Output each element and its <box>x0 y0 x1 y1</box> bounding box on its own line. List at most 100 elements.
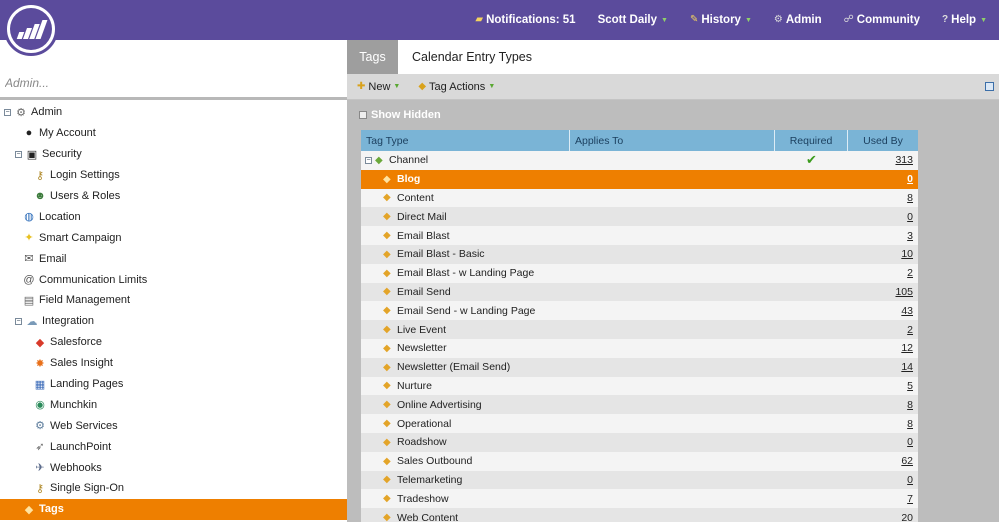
used-by-link[interactable]: 313 <box>895 154 913 166</box>
sidebar-item-login-settings[interactable]: ⚷ Login Settings <box>0 165 347 186</box>
column-header-applies-to[interactable]: Applies To <box>570 130 775 151</box>
sidebar-item-label: Smart Campaign <box>39 231 122 244</box>
tag-icon: ◆ <box>383 192 391 204</box>
used-by-link[interactable]: 7 <box>907 493 913 505</box>
collapse-icon[interactable]: − <box>15 317 22 325</box>
table-row[interactable]: ◆ Newsletter 12 <box>361 338 918 358</box>
sidebar-item-sales-insight[interactable]: ✸ Sales Insight <box>0 353 347 374</box>
used-by-link[interactable]: 0 <box>907 474 913 486</box>
table-row[interactable]: ◆ Tradeshow 7 <box>361 489 918 509</box>
sidebar-item-webhooks[interactable]: ✈ Webhooks <box>0 457 347 478</box>
community-button[interactable]: ☍ Community <box>844 14 920 26</box>
table-row[interactable]: ◆ Email Blast 3 <box>361 226 918 245</box>
collapse-icon[interactable]: − <box>4 108 11 116</box>
used-by-link[interactable]: 5 <box>907 380 913 392</box>
sidebar-item-location[interactable]: ◍ Location <box>0 206 347 227</box>
used-by-link[interactable]: 8 <box>907 192 913 204</box>
toolbar: ✚ New ▼ ◆ Tag Actions ▼ <box>347 74 999 100</box>
table-row[interactable]: ◆ Direct Mail 0 <box>361 207 918 227</box>
table-row[interactable]: ◆ Online Advertising 8 <box>361 395 918 415</box>
tag-actions-label: Tag Actions <box>429 80 486 93</box>
sidebar-item-landing-pages[interactable]: ▦ Landing Pages <box>0 374 347 395</box>
collapse-icon[interactable]: − <box>365 156 372 164</box>
sidebar-item-launchpoint[interactable]: ➶ LaunchPoint <box>0 436 347 457</box>
tag-value-label: Telemarketing <box>397 473 463 486</box>
table-row[interactable]: ◆ Newsletter (Email Send) 14 <box>361 357 918 377</box>
used-by-link[interactable]: 3 <box>907 230 913 242</box>
landing-pages-icon: ▦ <box>34 378 46 391</box>
tag-icon: ◆ <box>383 512 391 522</box>
sidebar-item-smart-campaign[interactable]: ✦ Smart Campaign <box>0 227 347 248</box>
user-menu-button[interactable]: Scott Daily ▼ <box>598 14 668 26</box>
table-row[interactable]: ◆ Telemarketing 0 <box>361 470 918 490</box>
web-services-icon: ⚙ <box>35 420 45 433</box>
used-by-link[interactable]: 0 <box>907 173 913 185</box>
sidebar-item-field-management[interactable]: ▤ Field Management <box>0 290 347 311</box>
table-row-channel[interactable]: − ◆ Channel ✔ 313 <box>361 151 918 170</box>
tag-icon: ◆ <box>383 436 391 448</box>
column-header-required[interactable]: Required <box>775 130 848 151</box>
used-by-link[interactable]: 8 <box>907 418 913 430</box>
used-by-link[interactable]: 12 <box>901 342 913 354</box>
used-by-link[interactable]: 62 <box>901 455 913 467</box>
used-by-link[interactable]: 8 <box>907 399 913 411</box>
show-hidden-toggle[interactable]: Show Hidden <box>347 100 999 130</box>
used-by-link[interactable]: 20 <box>901 512 913 522</box>
history-button[interactable]: ✎ History ▼ <box>690 14 752 26</box>
marketo-logo[interactable] <box>4 2 58 56</box>
sidebar-item-tags[interactable]: ◆ Tags <box>0 498 347 520</box>
table-row[interactable]: ◆ Live Event 2 <box>361 320 918 339</box>
sidebar-item-salesforce[interactable]: ◆ Salesforce <box>0 332 347 353</box>
used-by-link[interactable]: 10 <box>901 248 913 260</box>
table-row[interactable]: ◆ Content 8 <box>361 188 918 208</box>
used-by-link[interactable]: 2 <box>907 324 913 336</box>
sidebar-item-single-sign-on[interactable]: ⚷ Single Sign-On <box>0 478 347 499</box>
checkbox-icon[interactable] <box>359 111 367 119</box>
help-icon: ? <box>942 14 949 25</box>
table-row[interactable]: ◆ Operational 8 <box>361 414 918 433</box>
help-button[interactable]: ? Help ▼ <box>942 14 987 26</box>
table-row[interactable]: ◆ Email Blast - Basic 10 <box>361 244 918 264</box>
used-by-link[interactable]: 105 <box>895 286 913 298</box>
sidebar-item-admin[interactable]: − ⚙ Admin <box>0 102 347 123</box>
used-by-link[interactable]: 14 <box>901 361 913 373</box>
sidebar-item-web-services[interactable]: ⚙ Web Services <box>0 415 347 436</box>
tag-icon: ◆ <box>383 342 391 354</box>
used-by-link[interactable]: 2 <box>907 267 913 279</box>
tab-calendar-entry-types[interactable]: Calendar Entry Types <box>398 40 546 74</box>
sidebar-item-integration[interactable]: − ☁ Integration <box>0 311 347 332</box>
new-button[interactable]: ✚ New ▼ <box>357 81 400 93</box>
column-header-used-by[interactable]: Used By <box>848 130 918 151</box>
used-by-link[interactable]: 0 <box>907 436 913 448</box>
notifications-button[interactable]: ▰ Notifications: 51 <box>475 14 575 26</box>
sidebar-item-munchkin[interactable]: ◉ Munchkin <box>0 394 347 415</box>
sidebar-item-my-account[interactable]: ● My Account <box>0 123 347 144</box>
table-row[interactable]: ◆ Sales Outbound 62 <box>361 451 918 471</box>
table-row[interactable]: ◆ Email Send 105 <box>361 282 918 302</box>
sidebar-item-security[interactable]: − ▣ Security <box>0 144 347 165</box>
panel-toggle-icon[interactable] <box>985 82 994 91</box>
tag-icon: ◆ <box>418 80 427 92</box>
email-icon: ✉ <box>24 253 34 266</box>
tag-type-cell: ◆ Online Advertising <box>361 399 775 411</box>
sidebar-item-users-roles[interactable]: ☻ Users & Roles <box>0 186 347 207</box>
used-by-link[interactable]: 43 <box>901 305 913 317</box>
tag-icon: ◆ <box>383 230 391 242</box>
table-row[interactable]: ◆ Roadshow 0 <box>361 432 918 452</box>
table-row[interactable]: ◆ Email Send - w Landing Page 43 <box>361 301 918 321</box>
sidebar-item-communication-limits[interactable]: @ Communication Limits <box>0 269 347 290</box>
collapse-icon[interactable]: − <box>15 150 22 158</box>
table-row[interactable]: ◆ Email Blast - w Landing Page 2 <box>361 263 918 283</box>
used-by-link[interactable]: 0 <box>907 211 913 223</box>
sidebar-item-email[interactable]: ✉ Email <box>0 248 347 269</box>
used-by-cell: 0 <box>848 474 918 486</box>
admin-search-input[interactable] <box>5 76 335 90</box>
chevron-down-icon: ▼ <box>980 16 987 24</box>
tag-actions-button[interactable]: ◆ Tag Actions ▼ <box>418 81 495 93</box>
table-row[interactable]: ◆ Nurture 5 <box>361 376 918 396</box>
table-row[interactable]: ◆ Web Content 20 <box>361 508 918 522</box>
column-header-tag-type[interactable]: Tag Type <box>361 130 570 151</box>
admin-button[interactable]: ⚙ Admin <box>774 14 822 26</box>
table-row[interactable]: ◆ Blog 0 <box>361 169 918 189</box>
tab-tags[interactable]: Tags <box>347 40 398 74</box>
